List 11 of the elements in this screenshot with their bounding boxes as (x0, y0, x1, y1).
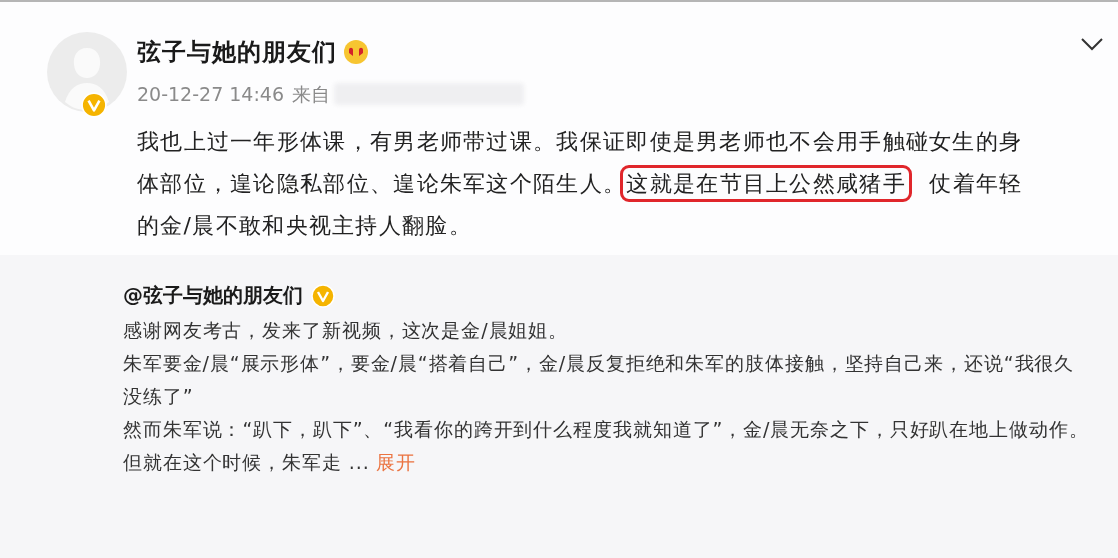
chevron-down-icon[interactable] (1080, 37, 1104, 51)
quoted-paragraph: 然而朱军说：“趴下，趴下”、“我看你的跨开到什么程度我就知道了”，金/晨无奈之下，只好趴在地上做动作。 (123, 417, 1089, 442)
author-name[interactable]: 弦子与她的朋友们 (137, 34, 337, 70)
quoted-author[interactable]: @弦子与她的朋友们 (123, 279, 303, 312)
post-text: 我也上过一年形体课，有男老师带过课。我保证即使是男老师也不会用手触碰女生的身体部位，遑论隐私部位、遑论朱军这个陌生人。这就是在节目上公然咸猪手 仗着年轻的金/晨不敢和央视主持人翻脸。 (137, 127, 1024, 240)
post-time: 20-12-27 14:46 (137, 82, 285, 107)
quoted-paragraph: 但就在这个时候，朱军走 ... (123, 450, 370, 475)
quoted-paragraph: 朱军要金/晨“展示形体”，要金/晨“搭着自己”，金/晨反复拒绝和朱军的肢体接触，坚持自己来，还说“我很久没练了” (123, 351, 1076, 409)
source-label: 来自 (292, 82, 331, 107)
emoji-icon (343, 39, 369, 65)
quoted-paragraph: 感谢网友考古，发来了新视频，这次是金/晨姐姐。 (123, 318, 570, 343)
